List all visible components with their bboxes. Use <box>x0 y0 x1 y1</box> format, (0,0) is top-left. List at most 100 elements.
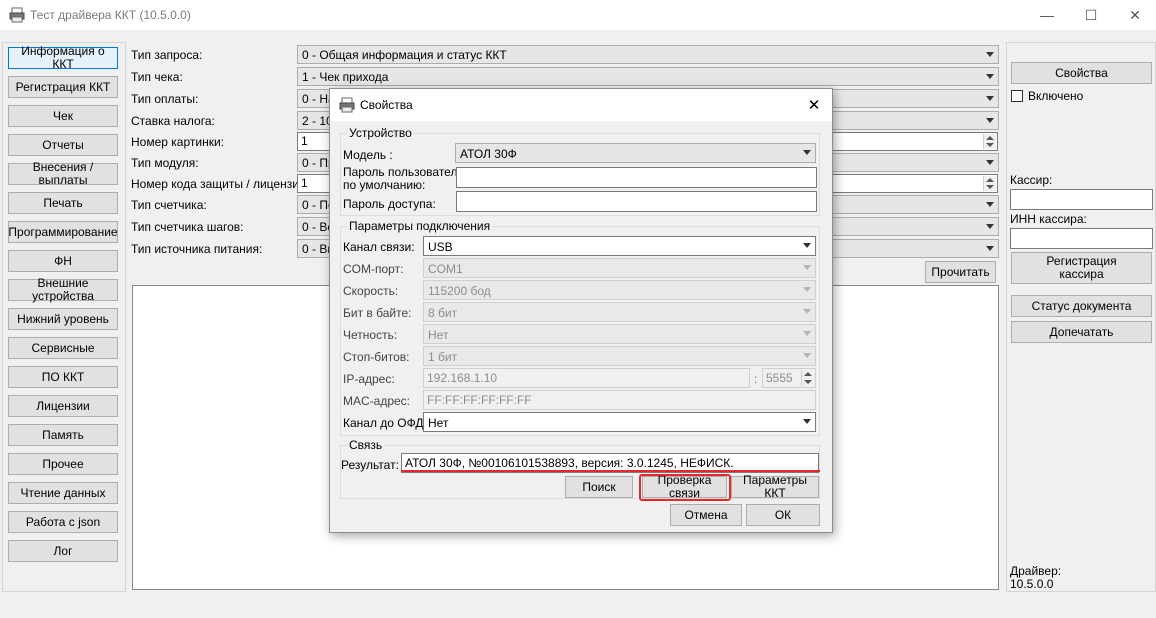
sidebar-item-licenses[interactable]: Лицензии <box>8 395 118 417</box>
cashier-input[interactable] <box>1010 189 1153 210</box>
cancel-button[interactable]: Отмена <box>670 504 742 526</box>
sidebar-item-memory[interactable]: Память <box>8 424 118 446</box>
sidebar-item-kkt-registration[interactable]: Регистрация ККТ <box>8 76 118 98</box>
stopbits-value: 1 бит <box>428 350 458 364</box>
port-spinner[interactable]: 5555 <box>762 368 816 388</box>
reprint-button[interactable]: Допечатать <box>1011 321 1152 343</box>
check-connection-highlight <box>639 474 731 501</box>
request-type-label: Тип запроса: <box>131 48 203 62</box>
license-code-label: Номер кода защиты / лицензии: <box>131 177 309 191</box>
cashier-label: Кассир: <box>1010 173 1053 187</box>
speed-value: 115200 бод <box>428 284 491 298</box>
minimize-button[interactable]: — <box>1024 0 1070 30</box>
ip-input[interactable]: 192.168.1.10 <box>423 368 750 388</box>
chevron-down-icon <box>803 331 811 336</box>
chevron-down-icon <box>803 150 811 155</box>
bits-value: 8 бит <box>428 306 458 320</box>
sidebar-item-log[interactable]: Лог <box>8 540 118 562</box>
close-window-button[interactable]: ✕ <box>1112 0 1156 30</box>
sidebar-item-other[interactable]: Прочее <box>8 453 118 475</box>
document-status-button[interactable]: Статус документа <box>1011 295 1152 317</box>
sidebar-item-low-level[interactable]: Нижний уровень <box>8 308 118 330</box>
sidebar-item-kkt-info[interactable]: Информация о ККТ <box>8 45 118 71</box>
chevron-down-icon <box>803 309 811 314</box>
mac-label: MAC-адрес: <box>343 394 411 408</box>
bits-select[interactable]: 8 бит <box>423 302 816 322</box>
enabled-checkbox[interactable] <box>1011 90 1023 102</box>
chevron-down-icon <box>986 74 994 79</box>
result-label: Результат: <box>341 458 399 472</box>
module-type-label: Тип модуля: <box>131 156 199 170</box>
ofd-channel-select[interactable]: Нет <box>423 412 816 432</box>
channel-select[interactable]: USB <box>423 236 816 256</box>
mac-input[interactable]: FF:FF:FF:FF:FF:FF <box>423 390 816 410</box>
power-source-type-label: Тип источника питания: <box>131 242 263 256</box>
chevron-down-icon <box>803 353 811 358</box>
speed-label: Скорость: <box>343 284 399 298</box>
counter-type-label: Тип счетчика: <box>131 198 207 212</box>
dialog-close-button[interactable]: ✕ <box>803 94 825 116</box>
sidebar-item-service[interactable]: Сервисные <box>8 337 118 359</box>
read-button[interactable]: Прочитать <box>925 261 996 283</box>
window-title: Тест драйвера ККТ (10.5.0.0) <box>30 8 191 22</box>
request-type-value: 0 - Общая информация и статус ККТ <box>302 48 507 62</box>
sidebar-item-print[interactable]: Печать <box>8 192 118 214</box>
properties-dialog: Свойства ✕ Устройство Модель : АТОЛ 30Ф … <box>329 88 833 533</box>
model-value: АТОЛ 30Ф <box>460 147 517 161</box>
ip-label: IP-адрес: <box>343 372 395 386</box>
picture-number-value: 1 <box>301 134 308 148</box>
connection-group-title: Параметры подключения <box>347 219 493 233</box>
parity-select[interactable]: Нет <box>423 324 816 344</box>
sidebar-item-programming[interactable]: Программирование <box>8 221 118 243</box>
payment-type-label: Тип оплаты: <box>131 92 199 106</box>
printer-icon <box>9 7 25 23</box>
sidebar-item-read-data[interactable]: Чтение данных <box>8 482 118 504</box>
maximize-button[interactable]: ☐ <box>1068 0 1114 30</box>
ip-port-separator: : <box>754 372 758 386</box>
com-port-select[interactable]: COM1 <box>423 258 816 278</box>
user-password-label-line2: по умолчанию: <box>343 178 426 192</box>
ofd-channel-label: Канал до ОФД: <box>343 416 427 430</box>
sidebar-item-reports[interactable]: Отчеты <box>8 134 118 156</box>
search-button[interactable]: Поиск <box>565 476 633 498</box>
ok-button[interactable]: ОК <box>746 504 820 526</box>
port-value: 5555 <box>766 371 793 385</box>
kkt-params-button[interactable]: Параметры ККТ <box>731 474 819 500</box>
maximize-icon: ☐ <box>1084 6 1098 23</box>
parity-label: Четность: <box>343 328 398 342</box>
properties-button[interactable]: Свойства <box>1011 62 1152 84</box>
access-password-input[interactable] <box>456 191 817 212</box>
spinner-arrows-icon[interactable] <box>983 134 996 149</box>
enabled-label: Включено <box>1028 89 1084 103</box>
receipt-type-select[interactable]: 1 - Чек прихода <box>297 67 999 86</box>
stopbits-select[interactable]: 1 бит <box>423 346 816 366</box>
link-group-title: Связь <box>347 438 385 452</box>
register-cashier-button[interactable]: Регистрация кассира <box>1011 252 1152 284</box>
sidebar-item-cash-in-out[interactable]: Внесения / выплаты <box>8 161 118 187</box>
spinner-arrows-icon[interactable] <box>801 370 814 386</box>
sidebar-item-external-devices[interactable]: Внешние устройства <box>8 277 118 303</box>
close-icon: ✕ <box>807 97 821 114</box>
minimize-icon: — <box>1040 7 1054 23</box>
request-type-select[interactable]: 0 - Общая информация и статус ККТ <box>297 45 999 64</box>
chevron-down-icon <box>803 243 811 248</box>
channel-value: USB <box>428 240 453 254</box>
sidebar-item-json[interactable]: Работа с json <box>8 511 118 533</box>
cashier-inn-input[interactable] <box>1010 228 1153 249</box>
speed-select[interactable]: 115200 бод <box>423 280 816 300</box>
sidebar-item-receipt[interactable]: Чек <box>8 105 118 127</box>
step-counter-type-label: Тип счетчика шагов: <box>131 220 244 234</box>
chevron-down-icon <box>986 224 994 229</box>
sidebar-item-fn[interactable]: ФН <box>8 250 118 272</box>
printer-icon <box>339 97 355 113</box>
result-highlight-underline <box>401 470 820 472</box>
model-select[interactable]: АТОЛ 30Ф <box>455 143 816 163</box>
chevron-down-icon <box>986 202 994 207</box>
sidebar-item-kkt-software[interactable]: ПО ККТ <box>8 366 118 388</box>
spinner-arrows-icon[interactable] <box>983 176 996 191</box>
stopbits-label: Стоп-битов: <box>343 350 410 364</box>
access-password-label: Пароль доступа: <box>343 197 436 211</box>
receipt-type-label: Тип чека: <box>131 70 183 84</box>
user-password-input[interactable] <box>456 167 817 188</box>
dialog-titlebar: Свойства ✕ <box>330 89 832 121</box>
